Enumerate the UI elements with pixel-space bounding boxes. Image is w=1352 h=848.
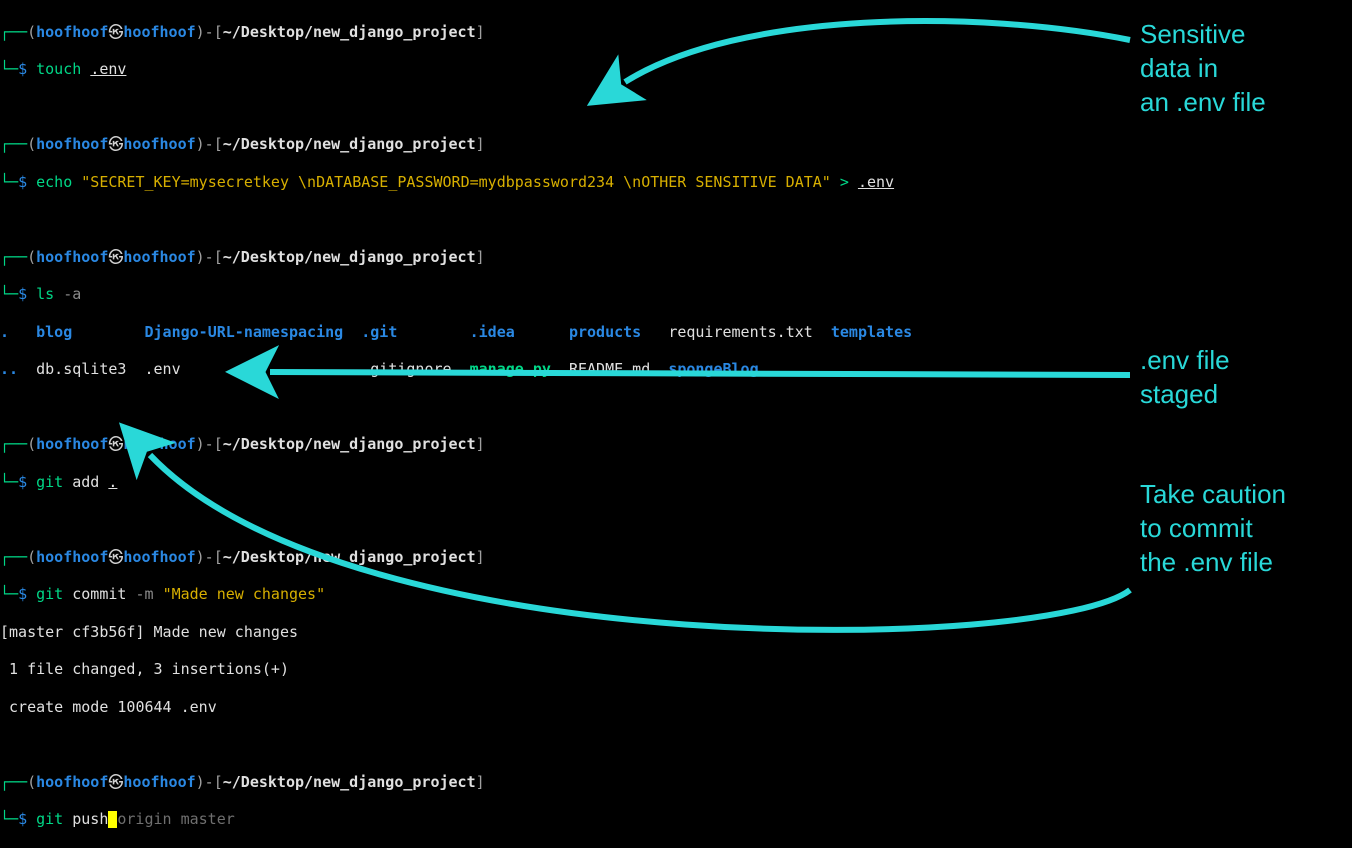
prompt-line: ┌──(hoofhoof㉿hoofhoof)-[~/Desktop/new_dj… xyxy=(0,773,1352,792)
annotation-sensitive-data: Sensitive data in an .env file xyxy=(1140,18,1266,119)
cmd-git-commit: └─$ git commit -m "Made new changes" xyxy=(0,585,1352,604)
terminal-output[interactable]: ┌──(hoofhoof㉿hoofhoof)-[~/Desktop/new_dj… xyxy=(0,0,1352,848)
annotation-env-staged: .env file staged xyxy=(1140,344,1230,412)
prompt-line: ┌──(hoofhoof㉿hoofhoof)-[~/Desktop/new_dj… xyxy=(0,435,1352,454)
prompt-line: ┌──(hoofhoof㉿hoofhoof)-[~/Desktop/new_dj… xyxy=(0,135,1352,154)
prompt-line: ┌──(hoofhoof㉿hoofhoof)-[~/Desktop/new_dj… xyxy=(0,248,1352,267)
annotation-take-caution: Take caution to commit the .env file xyxy=(1140,478,1286,579)
commit-output-1: [master cf3b56f] Made new changes xyxy=(0,623,1352,642)
cmd-echo: └─$ echo "SECRET_KEY=mysecretkey \nDATAB… xyxy=(0,173,1352,192)
cmd-ls: └─$ ls -a xyxy=(0,285,1352,304)
cursor-icon xyxy=(108,811,117,828)
ls-row-1: . blog Django-URL-namespacing .git .idea… xyxy=(0,323,1352,342)
commit-output-3: create mode 100644 .env xyxy=(0,698,1352,717)
cmd-git-push: └─$ git pushorigin master xyxy=(0,810,1352,829)
commit-output-2: 1 file changed, 3 insertions(+) xyxy=(0,660,1352,679)
